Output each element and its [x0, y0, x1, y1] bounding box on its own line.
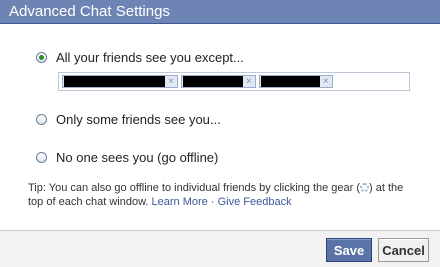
remove-token-icon[interactable]: ×	[168, 76, 174, 87]
dialog-footer: Save Cancel	[0, 230, 440, 267]
option-no-one-sees-you[interactable]: No one sees you (go offline)	[36, 150, 218, 165]
remove-token-icon[interactable]: ×	[246, 76, 252, 87]
dialog-content: All your friends see you except... × × ×…	[0, 24, 440, 230]
dialog-title: Advanced Chat Settings	[0, 0, 440, 24]
option-label: No one sees you (go offline)	[56, 150, 219, 165]
option-label: All your friends see you except...	[56, 50, 244, 65]
option-only-some-friends[interactable]: Only some friends see you...	[36, 112, 221, 127]
friend-token: ×	[62, 75, 178, 88]
redacted-name	[182, 76, 243, 87]
option-all-friends-except[interactable]: All your friends see you except...	[36, 50, 244, 65]
save-button[interactable]: Save	[326, 238, 372, 262]
excluded-friends-input[interactable]: × × ×	[58, 72, 410, 91]
radio-all-friends-except[interactable]	[36, 52, 47, 63]
friend-token: ×	[180, 75, 256, 88]
give-feedback-link[interactable]: Give Feedback	[218, 196, 292, 208]
option-label: Only some friends see you...	[56, 112, 221, 127]
gear-icon	[360, 183, 370, 192]
redacted-name	[64, 76, 165, 87]
radio-only-some-friends[interactable]	[36, 114, 47, 125]
learn-more-link[interactable]: Learn More	[152, 196, 208, 208]
advanced-chat-settings-dialog: Advanced Chat Settings All your friends …	[0, 0, 440, 267]
radio-selected-dot	[39, 55, 44, 60]
redacted-name	[260, 76, 320, 87]
tip-text-before: Tip: You can also go offline to individu…	[28, 182, 361, 194]
tip-text: Tip: You can also go offline to individu…	[28, 181, 420, 209]
friend-token: ×	[258, 75, 333, 88]
link-separator: ·	[210, 196, 215, 208]
remove-token-icon[interactable]: ×	[323, 76, 329, 87]
radio-no-one-sees-you[interactable]	[36, 152, 47, 163]
cancel-button[interactable]: Cancel	[378, 238, 429, 262]
